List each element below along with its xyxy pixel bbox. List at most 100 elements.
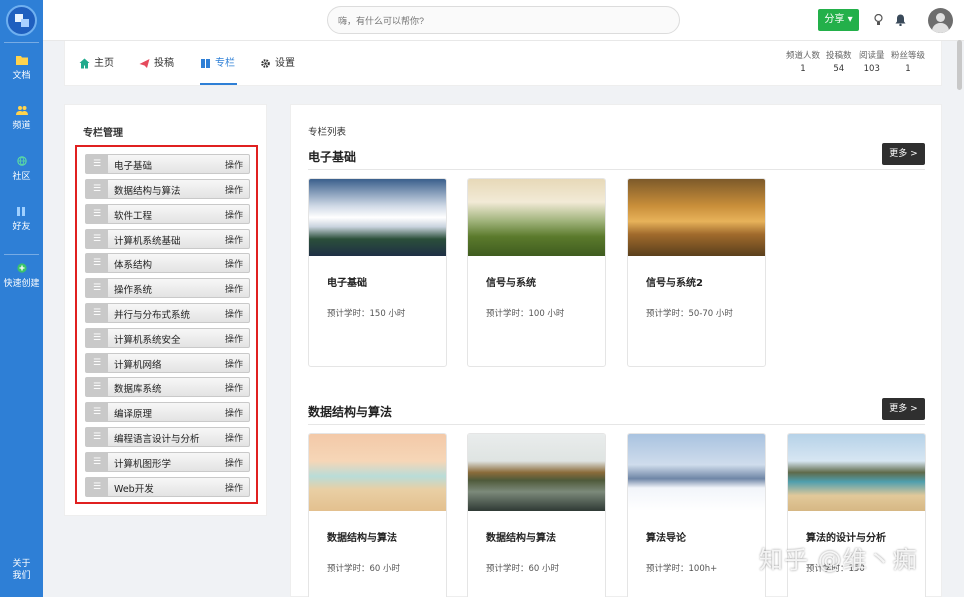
- bell-icon[interactable]: [895, 14, 906, 26]
- column-op-button[interactable]: 操作: [225, 307, 243, 320]
- search-box[interactable]: [327, 6, 680, 34]
- drag-handle-icon[interactable]: ☰: [86, 378, 108, 396]
- about-label-2: 我们: [12, 571, 31, 581]
- rail-item-label: 社区: [12, 172, 31, 182]
- drag-handle-icon[interactable]: ☰: [86, 453, 108, 471]
- column-op-button[interactable]: 操作: [225, 481, 243, 494]
- rail-item-friends[interactable]: 好友: [0, 206, 43, 232]
- rail-item-label: 文档: [12, 71, 31, 81]
- drag-handle-icon[interactable]: ☰: [86, 329, 108, 347]
- column-op-button[interactable]: 操作: [225, 357, 243, 370]
- rail-item-quick-create[interactable]: 快速创建: [0, 263, 43, 289]
- drag-handle-icon[interactable]: ☰: [86, 403, 108, 421]
- column-card[interactable]: 信号与系统 预计学时：100 小时: [467, 178, 606, 367]
- column-name: 并行与分布式系统: [114, 310, 191, 321]
- column-item[interactable]: ☰ 编译原理 操作: [85, 402, 250, 422]
- drag-handle-icon[interactable]: ☰: [86, 354, 108, 372]
- more-button[interactable]: 更多 >: [882, 143, 925, 165]
- column-item[interactable]: ☰ 数据结构与算法 操作: [85, 179, 250, 199]
- column-card[interactable]: 数据结构与算法 预计学时：60 小时: [308, 433, 447, 597]
- column-op-button[interactable]: 操作: [225, 456, 243, 469]
- column-item[interactable]: ☰ 计算机系统安全 操作: [85, 328, 250, 348]
- card-title: 信号与系统: [486, 278, 536, 289]
- column-item[interactable]: ☰ 计算机网络 操作: [85, 353, 250, 373]
- column-op-button[interactable]: 操作: [225, 183, 243, 196]
- about-label-1: 关于: [12, 559, 31, 569]
- column-card[interactable]: 信号与系统2 预计学时：50-70 小时: [627, 178, 766, 367]
- card-title: 信号与系统2: [646, 278, 703, 289]
- channel-nav: 主页 投稿 专栏 设置 频道人数 1 投稿数 54 阅读量 103 粉丝等级 1: [64, 41, 942, 86]
- column-item[interactable]: ☰ 并行与分布式系统 操作: [85, 303, 250, 323]
- drag-handle-icon[interactable]: ☰: [86, 205, 108, 223]
- column-item[interactable]: ☰ 软件工程 操作: [85, 204, 250, 224]
- search-input[interactable]: [338, 13, 658, 29]
- tab-home[interactable]: 主页: [79, 54, 114, 74]
- panel-title: 专栏列表: [308, 127, 347, 138]
- home-icon: [79, 58, 90, 68]
- section-title: 数据结构与算法: [308, 405, 393, 419]
- stat-label: 频道人数: [786, 51, 821, 61]
- column-name: 软件工程: [114, 211, 153, 222]
- drag-handle-icon[interactable]: ☰: [86, 155, 108, 173]
- column-op-button[interactable]: 操作: [225, 406, 243, 419]
- more-button[interactable]: 更多 >: [882, 398, 925, 420]
- tab-label: 专栏: [215, 58, 235, 69]
- watermark: 知乎 @维丶痴: [759, 546, 918, 574]
- column-manage-panel: 专栏管理 ☰ 电子基础 操作 ☰ 数据结构与算法 操作 ☰ 软件工程 操作 ☰ 计算机系统基础…: [64, 104, 267, 516]
- rail-item-community[interactable]: 社区: [0, 156, 43, 182]
- column-item[interactable]: ☰ 计算机图形学 操作: [85, 452, 250, 472]
- column-item[interactable]: ☰ 操作系统 操作: [85, 278, 250, 298]
- drag-handle-icon[interactable]: ☰: [86, 254, 108, 272]
- rail-item-channel[interactable]: 频道: [0, 105, 43, 131]
- column-op-button[interactable]: 操作: [225, 158, 243, 171]
- column-card[interactable]: 算法导论 预计学时：100h+: [627, 433, 766, 597]
- tab-settings[interactable]: 设置: [260, 54, 295, 74]
- people-icon: [15, 106, 28, 115]
- share-button[interactable]: 分享 ▾: [818, 9, 859, 31]
- column-card[interactable]: 电子基础 预计学时：150 小时: [308, 178, 447, 367]
- left-rail: 文档 频道 社区 好友 快速创建 关于 我们: [0, 0, 43, 597]
- column-item[interactable]: ☰ Web开发 操作: [85, 477, 250, 497]
- tab-columns[interactable]: 专栏: [200, 54, 235, 74]
- column-op-button[interactable]: 操作: [225, 233, 243, 246]
- rail-item-docs[interactable]: 文档: [0, 55, 43, 81]
- rail-divider: [4, 254, 39, 255]
- column-name: 计算机网络: [114, 360, 162, 371]
- stat-members: 频道人数 1: [786, 49, 820, 74]
- drag-handle-icon[interactable]: ☰: [86, 279, 108, 297]
- user-avatar[interactable]: [928, 8, 953, 33]
- stat-reads: 阅读量 103: [859, 49, 885, 74]
- column-item[interactable]: ☰ 体系结构 操作: [85, 253, 250, 273]
- column-card[interactable]: 数据结构与算法 预计学时：60 小时: [467, 433, 606, 597]
- tab-submit[interactable]: 投稿: [139, 54, 174, 74]
- column-item[interactable]: ☰ 计算机系统基础 操作: [85, 229, 250, 249]
- drag-handle-icon[interactable]: ☰: [86, 180, 108, 198]
- column-name: 电子基础: [114, 161, 153, 172]
- page-scrollbar[interactable]: [957, 40, 962, 90]
- card-hours: 预计学时：60 小时: [486, 564, 560, 574]
- column-item[interactable]: ☰ 编程语言设计与分析 操作: [85, 427, 250, 447]
- column-name: 计算机系统安全: [114, 335, 181, 346]
- column-op-button[interactable]: 操作: [225, 208, 243, 221]
- about-us-link[interactable]: 关于 我们: [0, 558, 43, 582]
- panel-title: 专栏管理: [83, 128, 123, 139]
- column-item[interactable]: ☰ 数据库系统 操作: [85, 377, 250, 397]
- drag-handle-icon[interactable]: ☰: [86, 230, 108, 248]
- tab-label: 投稿: [154, 58, 174, 69]
- card-title: 电子基础: [327, 278, 367, 289]
- column-op-button[interactable]: 操作: [225, 257, 243, 270]
- drag-handle-icon[interactable]: ☰: [86, 428, 108, 446]
- app-logo-icon[interactable]: [6, 5, 37, 36]
- column-name: 计算机图形学: [114, 459, 172, 470]
- lightbulb-icon[interactable]: [874, 14, 883, 26]
- column-op-button[interactable]: 操作: [225, 332, 243, 345]
- drag-handle-icon[interactable]: ☰: [86, 304, 108, 322]
- card-cover-image: [788, 434, 925, 511]
- column-op-button[interactable]: 操作: [225, 282, 243, 295]
- drag-handle-icon[interactable]: ☰: [86, 478, 108, 496]
- column-op-button[interactable]: 操作: [225, 431, 243, 444]
- column-name: 操作系统: [114, 285, 153, 296]
- column-item[interactable]: ☰ 电子基础 操作: [85, 154, 250, 174]
- rail-item-label: 频道: [12, 121, 31, 131]
- column-op-button[interactable]: 操作: [225, 381, 243, 394]
